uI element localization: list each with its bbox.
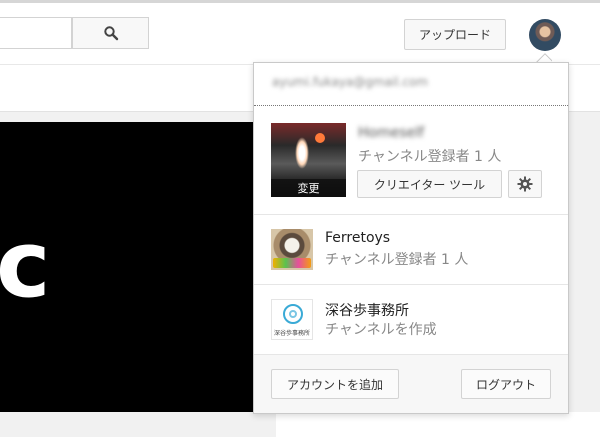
account-row-ferretoys[interactable]: Ferretoys チャンネル登録者 1 人 xyxy=(254,215,568,285)
office-logo: 深谷歩事務所 xyxy=(271,299,313,340)
avatar[interactable] xyxy=(529,19,561,51)
ferretoys-avatar xyxy=(271,229,313,270)
current-channel-name: Homeself xyxy=(358,125,425,141)
background-strip xyxy=(276,412,600,437)
search-button[interactable] xyxy=(72,17,149,49)
account-email: ayumi.fukaya@gmail.com xyxy=(272,75,429,89)
change-thumbnail-label[interactable]: 変更 xyxy=(271,179,346,197)
account-email-row: ayumi.fukaya@gmail.com xyxy=(254,63,568,106)
gear-icon xyxy=(517,176,533,192)
current-channel-subscribers: チャンネル登録者 1 人 xyxy=(358,149,502,165)
office-logo-mark xyxy=(283,304,303,324)
menu-footer: アカウントを追加 ログアウト xyxy=(254,355,568,413)
current-channel-section: 変更 Homeself チャンネル登録者 1 人 xyxy=(254,107,568,215)
office-logo-caption: 深谷歩事務所 xyxy=(273,330,310,337)
stage-light-graphic xyxy=(295,137,309,169)
account-menu: ayumi.fukaya@gmail.com 変更 Homeself チャンネル… xyxy=(253,62,569,414)
video-preview[interactable]: c xyxy=(0,122,276,412)
account-name: 深谷歩事務所 xyxy=(325,303,409,319)
creator-tools-button[interactable]: クリエイター ツール xyxy=(357,170,502,198)
ferretoys-logo xyxy=(273,258,311,268)
logout-button[interactable]: ログアウト xyxy=(461,369,551,399)
menu-caret xyxy=(536,50,552,62)
top-bar: アップロード xyxy=(0,0,600,64)
account-row-office[interactable]: 深谷歩事務所 深谷歩事務所 チャンネルを作成 xyxy=(254,285,568,355)
add-account-button[interactable]: アカウントを追加 xyxy=(271,369,399,399)
search-input[interactable] xyxy=(0,17,72,49)
account-subscribers: チャンネル登録者 1 人 xyxy=(325,252,469,268)
search-icon xyxy=(103,26,118,41)
upload-button[interactable]: アップロード xyxy=(404,19,506,50)
stage-spotlight-graphic xyxy=(315,133,325,143)
settings-button[interactable] xyxy=(508,170,542,198)
account-name: Ferretoys xyxy=(325,230,391,246)
current-channel-thumbnail[interactable]: 変更 xyxy=(271,123,346,197)
create-channel-link[interactable]: チャンネルを作成 xyxy=(325,319,437,339)
video-glyph-text: c xyxy=(0,211,51,318)
